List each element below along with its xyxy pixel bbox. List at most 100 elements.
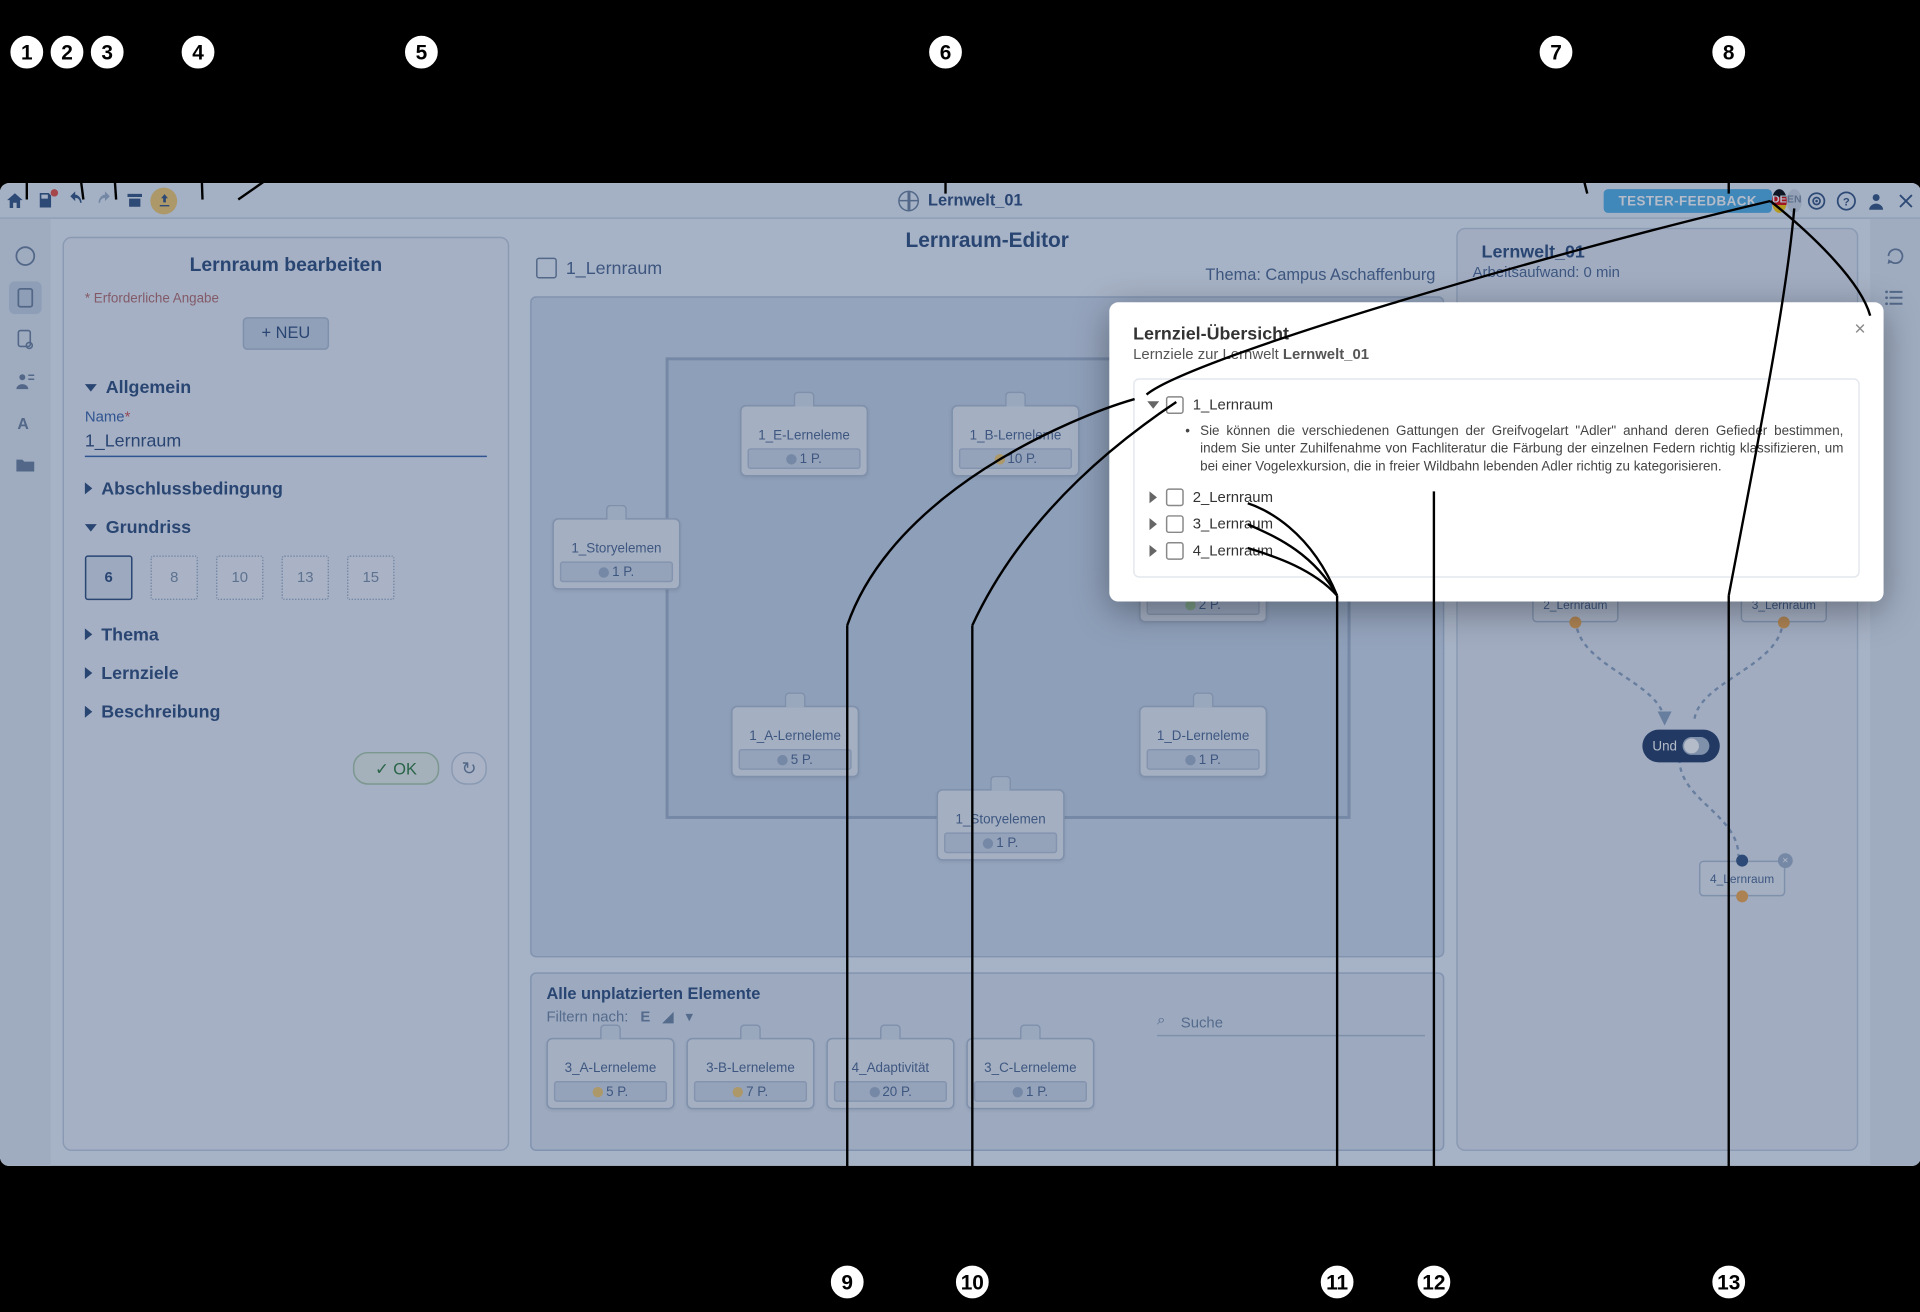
home-icon[interactable] [0,185,30,215]
save-icon[interactable] [30,185,60,215]
lang-en-icon[interactable]: EN [1787,188,1802,212]
unsaved-dot-icon [51,188,58,195]
help-icon[interactable]: ? [1831,185,1861,215]
ok-button[interactable]: ✓ OK [353,752,440,785]
callout-12: 12 [1415,1263,1454,1302]
section-abschluss[interactable]: Abschlussbedingung [85,469,487,508]
section-grundriss-label: Grundriss [106,517,191,538]
dialog-close-icon[interactable]: × [1854,317,1865,339]
rail-list-icon[interactable] [1879,281,1912,314]
canvas-elem-1d[interactable]: 1_D-Lerneleme1 P. [1139,706,1267,777]
section-lernziele[interactable]: Lernziele [85,654,487,693]
rail-world-icon[interactable] [9,240,42,273]
dialog-item-3-label: 3_Lernraum [1193,517,1273,533]
cube-icon [1166,516,1184,534]
lernziel-dialog: Lernziel-Übersicht Lernziele zur Lernwel… [1109,302,1883,602]
callout-3: 3 [88,33,127,72]
dialog-item-1[interactable]: 1_Lernraum [1150,392,1844,419]
rail-refresh-icon[interactable] [1879,240,1912,273]
canvas-elem-1a[interactable]: 1_A-Lerneleme5 P. [731,706,859,777]
chevron-right-icon [1150,519,1157,531]
grundriss-opt-13[interactable]: 13 [281,555,329,600]
section-allgemein-label: Allgemein [106,377,191,398]
callout-2: 2 [48,33,87,72]
dialog-item-2-label: 2_Lernraum [1193,490,1273,506]
unplaced-title: Alle unplatzierten Elemente [546,986,1427,1004]
callout-4: 4 [179,33,218,72]
grundriss-opt-10[interactable]: 10 [216,555,264,600]
dialog-title: Lernziel-Übersicht [1133,323,1860,344]
unplaced-search[interactable]: Suche [1157,1013,1425,1037]
filter-hat-icon[interactable]: ▾ [686,1010,693,1026]
section-abschluss-label: Abschlussbedingung [101,478,283,499]
new-button[interactable]: + NEU [242,317,329,350]
filter-shoe-icon[interactable]: ◢ [662,1010,673,1026]
redo-icon[interactable] [89,185,119,215]
rail-search-doc-icon[interactable] [9,323,42,356]
room-breadcrumb-label: 1_Lernraum [566,258,662,279]
filter-e-icon[interactable]: E [640,1010,650,1026]
dialog-item-3[interactable]: 3_Lernraum [1150,511,1844,538]
right-sub: Arbeitsaufwand: 0 min [1473,265,1842,281]
tester-feedback-button[interactable]: TESTER-FEEDBACK [1604,188,1772,212]
cube-icon [1166,489,1184,507]
archive-icon[interactable] [119,185,149,215]
canvas-elem-story1[interactable]: 1_Storyelemen1 P. [552,518,680,589]
dialog-item-1-label: 1_Lernraum [1193,397,1273,413]
graph-node-4[interactable]: 4_Lernraum× [1699,861,1785,897]
chevron-right-icon [1150,546,1157,558]
callout-11: 11 [1318,1263,1357,1302]
user-icon[interactable] [1861,185,1891,215]
section-beschreibung[interactable]: Beschreibung [85,692,487,731]
canvas-elem-story2[interactable]: 1_Storyelemen1 P. [937,789,1065,860]
rail-folder-icon[interactable] [9,448,42,481]
canvas-elem-1e[interactable]: 1_E-Lerneleme1 P. [740,405,868,476]
section-allgemein[interactable]: Allgemein [85,368,487,407]
rail-text-icon[interactable]: A [9,406,42,439]
undo-icon[interactable] [60,185,90,215]
callout-9: 9 [828,1263,867,1302]
unplaced-item-3[interactable]: 4_Adaptivität20 P. [826,1038,954,1109]
canvas-elem-1b[interactable]: 1_B-Lerneleme10 P. [951,405,1079,476]
unplaced-item-1[interactable]: 3_A-Lerneleme5 P. [546,1038,674,1109]
unplaced-item-4[interactable]: 3_C-Lerneleme1 P. [966,1038,1094,1109]
right-title: Lernwelt_01 [1473,241,1842,262]
unplaced-panel: Alle unplatzierten Elemente Filtern nach… [530,972,1444,1151]
grundriss-opt-8[interactable]: 8 [150,555,198,600]
center-title: Lernraum-Editor [530,228,1444,252]
unplaced-item-2[interactable]: 3-B-Lerneleme7 P. [686,1038,814,1109]
app-header: Lernwelt_01 TESTER-FEEDBACK DE EN ? [0,183,1920,219]
grundriss-opt-15[interactable]: 15 [347,555,395,600]
name-input[interactable] [85,426,487,457]
section-thema[interactable]: Thema [85,615,487,654]
dialog-list: 1_Lernraum Sie können die verschiedenen … [1133,378,1860,578]
dialog-item-1-goal: Sie können die verschiedenen Gattungen d… [1150,418,1844,484]
dialog-item-2[interactable]: 2_Lernraum [1150,485,1844,512]
chevron-down-icon [1147,401,1159,408]
callout-1: 1 [7,33,46,72]
lang-de-icon[interactable]: DE [1772,188,1787,212]
callout-8: 8 [1709,33,1748,72]
dialog-item-4[interactable]: 4_Lernraum [1150,538,1844,565]
grundriss-opt-6[interactable]: 6 [85,555,133,600]
grundriss-options: 6 8 10 13 15 [85,555,487,600]
close-icon[interactable] [1891,185,1920,215]
language-switch[interactable]: DE EN [1772,185,1802,215]
upload-icon[interactable] [149,185,179,215]
section-grundriss[interactable]: Grundriss [85,508,487,547]
cube-icon [536,258,557,279]
world-title: Lernwelt_01 [898,190,1022,211]
section-lernziele-label: Lernziele [101,663,178,684]
callout-7: 7 [1537,33,1576,72]
rail-page-icon[interactable] [9,281,42,314]
left-panel: Lernraum bearbeiten * Erforderliche Anga… [63,237,510,1151]
callout-6: 6 [926,33,965,72]
rail-avatar-icon[interactable] [9,365,42,398]
reset-button[interactable]: ↻ [451,752,487,785]
target-icon[interactable] [1802,185,1832,215]
cube-icon [1166,396,1184,414]
panel-title: Lernraum bearbeiten [85,253,487,275]
name-label: Name* [85,409,487,425]
graph-logic-and[interactable]: Und [1642,730,1719,763]
globe-icon [898,190,919,211]
